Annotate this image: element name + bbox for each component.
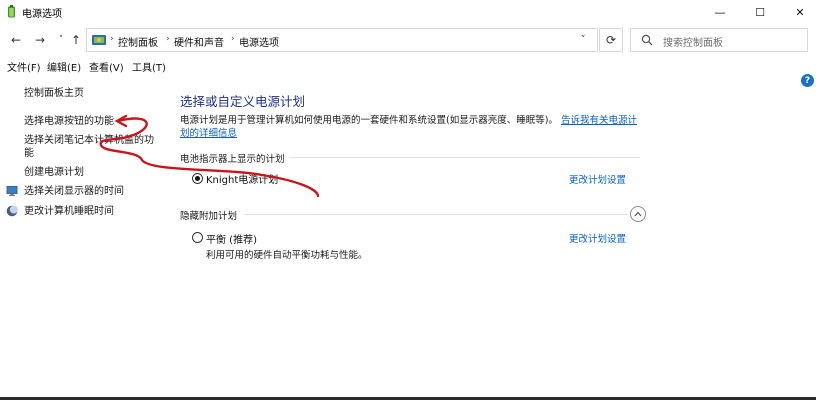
learn-more-link-cont[interactable]: 划的详细信息 [180, 128, 237, 139]
navigation-bar: ← → ˅ ↑ › 控制面板 › 硬件和声音 › 电源选项 ˅ ⟳ 搜索控制面板 [0, 27, 816, 55]
sidebar-control-panel-home[interactable]: 控制面板主页 [24, 87, 84, 100]
battery-app-icon [8, 5, 15, 18]
collapse-button[interactable] [630, 206, 646, 222]
control-panel-icon [92, 35, 106, 45]
plan-radio-knight[interactable] [192, 173, 203, 184]
sidebar-item-lid-close[interactable]: 选择关闭笔记本计算机盖的功 [24, 134, 154, 147]
radio-selected-dot [195, 176, 200, 181]
learn-more-link[interactable]: 告诉我有关电源计 [561, 115, 637, 126]
description: 电源计划是用于管理计算机如何使用电源的一套硬件和系统设置(如显示器亮度、睡眠等)… [180, 114, 650, 140]
recent-locations-button[interactable]: ˅ [53, 32, 69, 48]
refresh-button[interactable]: ⟳ [599, 28, 623, 52]
menu-edit[interactable]: 编辑(E) [47, 59, 81, 74]
breadcrumb-control-panel[interactable]: 控制面板 [118, 34, 158, 49]
breadcrumb-separator: › [231, 34, 235, 44]
sidebar-item-display-off[interactable]: 选择关闭显示器的时间 [24, 185, 124, 198]
breadcrumb-separator: › [166, 34, 170, 44]
menu-view[interactable]: 查看(V) [89, 59, 124, 74]
battery-plans-heading: 电池指示器上显示的计划 [180, 154, 285, 165]
plan-description-balanced: 利用可用的硬件自动平衡功耗与性能。 [206, 250, 368, 261]
change-plan-settings-link[interactable]: 更改计划设置 [569, 172, 626, 186]
monitor-icon [6, 186, 18, 196]
up-button[interactable]: ↑ [68, 32, 84, 48]
moon-icon [6, 205, 18, 217]
page-title: 选择或自定义电源计划 [180, 94, 306, 109]
minimize-button[interactable]: — [700, 0, 740, 24]
plan-name-balanced[interactable]: 平衡 (推荐) [206, 231, 257, 246]
sidebar-item-lid-close-cont[interactable]: 能 [24, 147, 34, 160]
breadcrumb-power-options[interactable]: 电源选项 [239, 34, 279, 49]
menu-bar: 文件(F) 编辑(E) 查看(V) 工具(T) [0, 58, 816, 74]
section-divider [290, 157, 640, 158]
help-icon[interactable]: ? [801, 74, 814, 87]
section-divider [244, 214, 628, 215]
plan-radio-balanced[interactable] [192, 232, 203, 243]
change-plan-settings-link[interactable]: 更改计划设置 [569, 231, 626, 245]
back-button[interactable]: ← [8, 32, 24, 48]
sidebar-item-power-button[interactable]: 选择电源按钮的功能 [24, 115, 114, 128]
breadcrumb-separator: › [110, 34, 114, 44]
close-button[interactable]: ✕ [780, 0, 816, 24]
hidden-plans-heading: 隐藏附加计划 [180, 211, 238, 222]
search-placeholder: 搜索控制面板 [663, 38, 723, 49]
description-text: 电源计划是用于管理计算机如何使用电源的一套硬件和系统设置(如显示器亮度、睡眠等)… [180, 115, 558, 126]
sidebar-item-sleep-time[interactable]: 更改计算机睡眠时间 [24, 205, 114, 218]
window-title: 电源选项 [22, 9, 62, 20]
search-icon [641, 34, 653, 46]
title-bar: 电源选项 — ☐ ✕ [0, 0, 816, 24]
maximize-button[interactable]: ☐ [740, 0, 780, 24]
refresh-icon: ⟳ [605, 33, 617, 47]
menu-file[interactable]: 文件(F) [7, 59, 41, 74]
sidebar-item-create-plan[interactable]: 创建电源计划 [24, 166, 84, 179]
breadcrumb-hardware-sound[interactable]: 硬件和声音 [174, 34, 224, 49]
forward-button[interactable]: → [32, 32, 48, 48]
address-dropdown-icon[interactable]: ˅ [581, 35, 586, 45]
search-box[interactable]: 搜索控制面板 [630, 28, 808, 52]
menu-tools[interactable]: 工具(T) [132, 59, 166, 74]
address-bar[interactable]: › 控制面板 › 硬件和声音 › 电源选项 ˅ [86, 28, 598, 52]
plan-name-knight[interactable]: Knight电源计划 [206, 171, 278, 186]
chevron-up-icon [634, 211, 642, 217]
